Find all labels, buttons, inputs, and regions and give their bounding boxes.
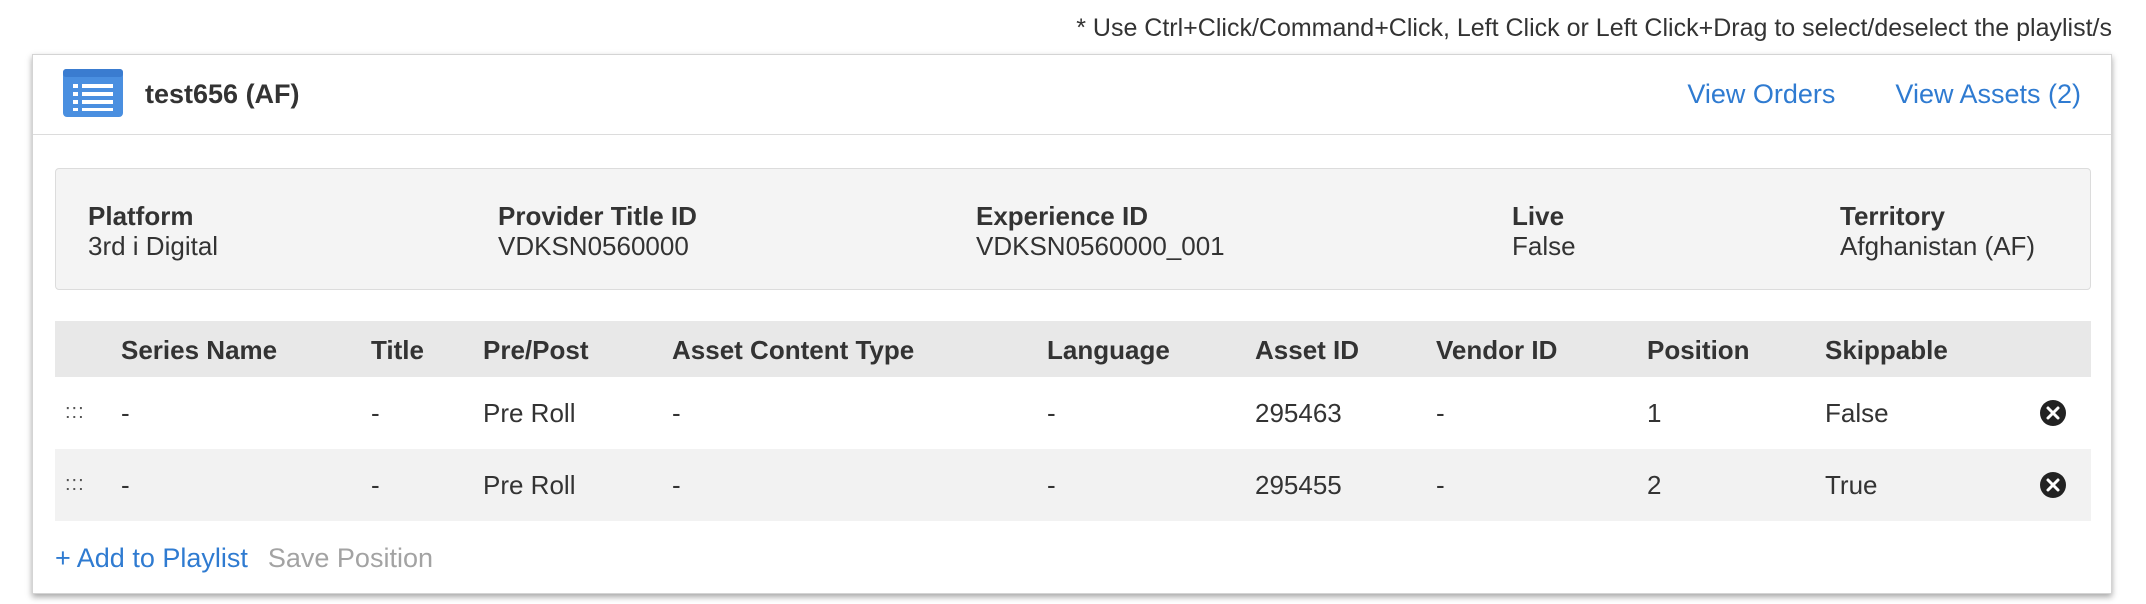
cell-vendor-id: -: [1436, 398, 1445, 428]
cell-asset-id: 295463: [1255, 398, 1342, 428]
save-position-button[interactable]: Save Position: [268, 543, 433, 574]
selection-hint: * Use Ctrl+Click/Command+Click, Left Cli…: [1076, 14, 2112, 42]
live-label: Live: [1512, 201, 1565, 231]
cell-pre-post: Pre Roll: [483, 398, 576, 428]
info-provider-title-id: Provider Title ID VDKSN0560000: [498, 201, 697, 261]
header-links: View Orders View Assets (2): [1687, 79, 2081, 110]
playlist-footer: + Add to Playlist Save Position: [55, 543, 433, 574]
cell-position: 1: [1647, 398, 1662, 428]
list-icon: [63, 69, 123, 117]
cell-language: -: [1047, 398, 1056, 428]
info-platform: Platform 3rd i Digital: [88, 201, 218, 261]
remove-circle-icon[interactable]: [2039, 471, 2067, 499]
table-row[interactable]: ::: - - Pre Roll - - 295455 - 2 True: [55, 449, 2091, 521]
playlist-title: test656 (AF): [145, 79, 300, 109]
view-assets-link[interactable]: View Assets (2): [1895, 79, 2081, 110]
remove-circle-icon[interactable]: [2039, 399, 2067, 427]
cell-series-name: -: [121, 398, 130, 428]
cell-series-name: -: [121, 470, 130, 500]
col-pre-post: Pre/Post: [483, 335, 589, 365]
col-vendor-id: Vendor ID: [1436, 335, 1558, 365]
drag-handle[interactable]: :::: [65, 473, 85, 496]
cell-language: -: [1047, 470, 1056, 500]
experience-id-value: VDKSN0560000_001: [976, 231, 1225, 261]
drag-handle[interactable]: :::: [65, 401, 85, 424]
assets-table: Series Name Title Pre/Post Asset Content…: [55, 321, 2091, 521]
cell-title: -: [371, 470, 380, 500]
col-position: Position: [1647, 335, 1750, 365]
playlist-card: test656 (AF) View Orders View Assets (2)…: [32, 54, 2112, 594]
table-header: Series Name Title Pre/Post Asset Content…: [55, 321, 2091, 377]
live-value: False: [1512, 231, 1576, 261]
playlist-header: test656 (AF) View Orders View Assets (2): [33, 55, 2111, 135]
view-orders-link[interactable]: View Orders: [1687, 79, 1835, 110]
platform-label: Platform: [88, 201, 194, 231]
add-to-playlist-button[interactable]: + Add to Playlist: [55, 543, 248, 574]
cell-asset-id: 295455: [1255, 470, 1342, 500]
info-experience-id: Experience ID VDKSN0560000_001: [976, 201, 1225, 261]
territory-label: Territory: [1840, 201, 1945, 231]
provider-title-id-label: Provider Title ID: [498, 201, 697, 231]
cell-position: 2: [1647, 470, 1662, 500]
territory-value: Afghanistan (AF): [1840, 231, 2036, 261]
col-title: Title: [371, 335, 424, 365]
playlist-info-panel: Platform 3rd i Digital Provider Title ID…: [55, 168, 2091, 290]
cell-skippable: False: [1825, 398, 1889, 428]
cell-asset-content-type: -: [672, 398, 681, 428]
cell-vendor-id: -: [1436, 470, 1445, 500]
col-asset-id: Asset ID: [1255, 335, 1360, 365]
col-language: Language: [1047, 335, 1170, 365]
cell-asset-content-type: -: [672, 470, 681, 500]
col-skippable: Skippable: [1825, 335, 1948, 365]
table-row[interactable]: ::: - - Pre Roll - - 295463 - 1 False: [55, 377, 2091, 449]
cell-skippable: True: [1825, 470, 1878, 500]
cell-pre-post: Pre Roll: [483, 470, 576, 500]
platform-value: 3rd i Digital: [88, 231, 219, 261]
experience-id-label: Experience ID: [976, 201, 1148, 231]
col-series-name: Series Name: [121, 335, 278, 365]
provider-title-id-value: VDKSN0560000: [498, 231, 689, 261]
info-live: Live False: [1512, 201, 1576, 261]
col-asset-content-type: Asset Content Type: [672, 335, 915, 365]
info-territory: Territory Afghanistan (AF): [1840, 201, 2035, 261]
cell-title: -: [371, 398, 380, 428]
